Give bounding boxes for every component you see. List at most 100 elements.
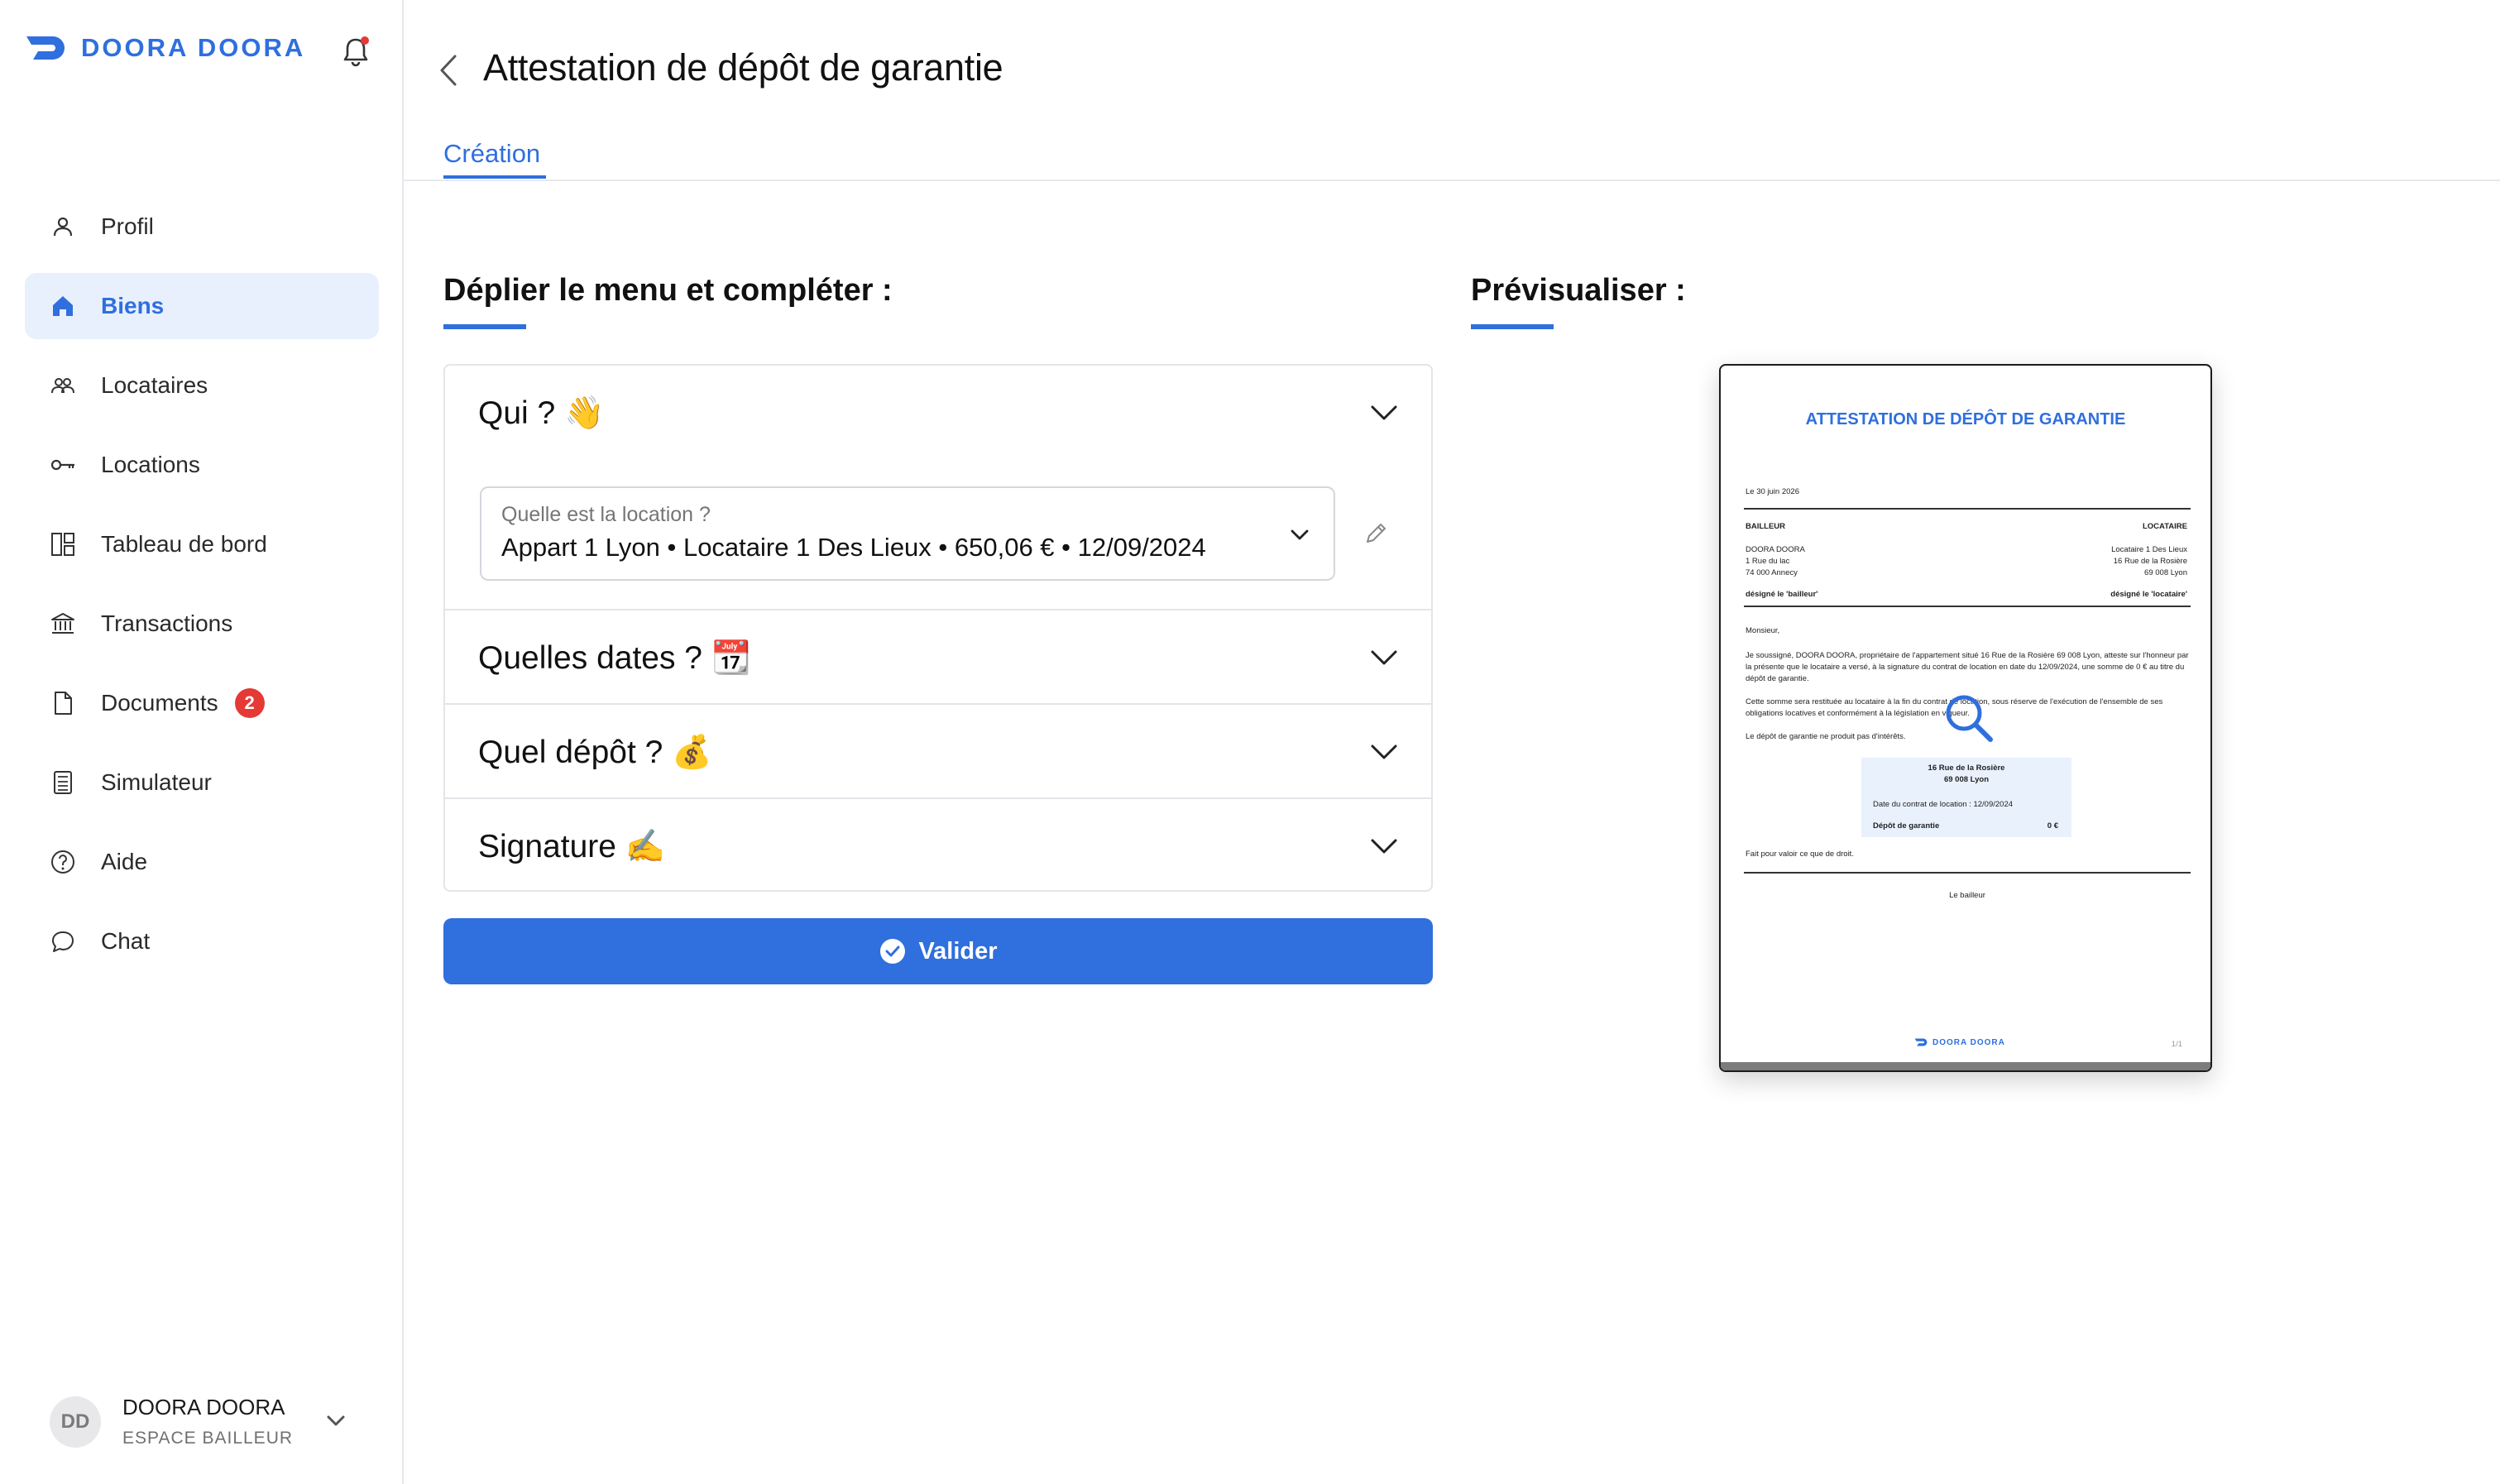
doc-box-deposit-value: 0 € (2047, 821, 2058, 831)
bank-icon (48, 609, 78, 639)
preview-heading: Prévisualiser : (1471, 273, 1686, 308)
home-icon (48, 291, 78, 321)
doc-box-address1: 16 Rue de la Rosière (1928, 764, 2005, 773)
sidebar-item-profil[interactable]: Profil (25, 194, 379, 260)
doc-box-deposit-label: Dépôt de garantie (1873, 821, 1940, 831)
user-info: DOORA DOORA ESPACE BAILLEUR (122, 1395, 293, 1448)
doc-signature-label: Le bailleur (1949, 891, 1985, 900)
doc-box-address2: 69 008 Lyon (1943, 775, 1990, 784)
doc-landlord-designation: désigné le 'bailleur' (1746, 590, 1818, 599)
section-title: Signature ✍️ (478, 829, 666, 864)
doc-tenant-line: Locataire 1 Des Lieux (2111, 545, 2187, 554)
section-dates-header[interactable]: Quelles dates ? 📆 (445, 610, 1431, 705)
section-signature-header[interactable]: Signature ✍️ (445, 799, 1431, 893)
doc-footer-brand: DOORA DOORA (1932, 1037, 2005, 1047)
doc-salutation: Monsieur, (1746, 626, 1780, 635)
doc-tenant-line: 16 Rue de la Rosière (2113, 557, 2187, 566)
sidebar-item-documents[interactable]: Documents 2 (25, 670, 379, 736)
section-depot-header[interactable]: Quel dépôt ? 💰 (445, 705, 1431, 799)
brand-name: DOORA DOORA (81, 33, 306, 62)
user-menu[interactable]: DD DOORA DOORA ESPACE BAILLEUR (50, 1395, 345, 1448)
key-icon (48, 450, 78, 480)
doc-tenant-line: 69 008 Lyon (2144, 568, 2187, 577)
user-role: ESPACE BAILLEUR (122, 1429, 294, 1448)
doc-title: ATTESTATION DE DÉPÔT DE GARANTIE (1805, 410, 2126, 428)
check-circle-icon (880, 939, 906, 964)
validate-label: Valider (918, 937, 998, 965)
doc-footer-logo: DOORA DOORA (1914, 1037, 2005, 1047)
doc-landlord-line: 74 000 Annecy (1746, 568, 1798, 577)
sidebar-item-chat[interactable]: Chat (25, 908, 379, 974)
sidebar-item-label: Tableau de bord (101, 531, 267, 557)
notifications-button[interactable] (341, 35, 371, 68)
document-icon (48, 688, 78, 718)
chevron-down-icon (1371, 405, 1397, 420)
doc-summary-box: 16 Rue de la Rosière 69 008 Lyon Date du… (1861, 758, 2071, 837)
sidebar-item-label: Biens (101, 293, 165, 318)
chevron-down-icon[interactable] (323, 1408, 349, 1434)
doc-paragraph: Je soussigné, DOORA DOORA, propriétaire … (1746, 651, 2189, 683)
section-title: Qui ? 👋 (478, 395, 605, 431)
doc-landlord-line: DOORA DOORA (1746, 545, 1805, 554)
dashboard-icon (48, 529, 78, 559)
sidebar-item-simulateur[interactable]: Simulateur (25, 749, 379, 816)
sidebar-item-aide[interactable]: Aide (25, 829, 379, 895)
doc-landlord-line: 1 Rue du lac (1746, 557, 1790, 566)
zoom-icon[interactable] (1941, 690, 1999, 748)
preview-heading-underline (1471, 324, 1554, 329)
notification-dot (361, 36, 369, 45)
chevron-down-icon (1371, 839, 1397, 854)
location-select[interactable]: Quelle est la location ? Appart 1 Lyon •… (480, 486, 1335, 581)
chevron-down-icon (1371, 650, 1397, 665)
form-heading-underline (443, 324, 526, 329)
section-qui-header[interactable]: Qui ? 👋 (445, 366, 1431, 460)
sidebar-item-transactions[interactable]: Transactions (25, 591, 379, 657)
sidebar-item-label: Documents (101, 690, 218, 716)
doc-tenant-designation: désigné le 'locataire' (2110, 590, 2187, 599)
avatar: DD (50, 1395, 101, 1448)
sidebar-item-label: Locations (101, 452, 200, 477)
user-name: DOORA DOORA (122, 1395, 285, 1419)
sidebar-item-label: Transactions (101, 610, 233, 636)
form-accordion: Qui ? 👋 Quelle est la location ? Appart … (443, 364, 1433, 892)
doc-rule (1744, 606, 2191, 607)
sidebar-item-label: Aide (101, 849, 148, 874)
form-heading: Déplier le menu et compléter : (443, 273, 893, 308)
help-icon (48, 847, 78, 877)
back-arrow-icon[interactable] (433, 51, 463, 89)
sidebar-item-biens[interactable]: Biens (25, 273, 379, 339)
sidebar-nav: Profil Biens Locataires Locations Tablea… (25, 194, 379, 988)
doc-rule (1744, 872, 2191, 874)
section-title: Quelles dates ? 📆 (478, 640, 752, 676)
documents-count-badge: 2 (234, 688, 265, 718)
doc-scrollbar (1721, 1062, 2210, 1070)
doc-tenant-heading: LOCATAIRE (2142, 522, 2187, 531)
sidebar-item-label: Chat (101, 928, 151, 954)
tab-creation[interactable]: Création (443, 139, 540, 169)
validate-button[interactable]: Valider (443, 918, 1433, 984)
doc-page-number: 1/1 (2171, 1040, 2182, 1049)
sidebar-item-label: Locataires (101, 372, 208, 398)
doc-closing: Fait pour valoir ce que de droit. (1746, 850, 1854, 859)
doc-landlord-heading: BAILLEUR (1746, 522, 1786, 531)
sidebar-item-locations[interactable]: Locations (25, 432, 379, 498)
doc-box-contract-date: Date du contrat de location : 12/09/2024 (1873, 800, 2014, 809)
chevron-down-icon (1371, 744, 1397, 759)
sidebar: DOORA DOORA Profil Biens Locataires Loca… (0, 0, 404, 1484)
tab-active-indicator (443, 175, 546, 179)
sidebar-item-label: Profil (101, 213, 154, 239)
section-title: Quel dépôt ? 💰 (478, 735, 712, 770)
edit-pencil-icon[interactable] (1362, 519, 1390, 548)
document-preview[interactable]: ATTESTATION DE DÉPÔT DE GARANTIE Le 30 j… (1719, 364, 2212, 1072)
sidebar-item-label: Simulateur (101, 769, 212, 795)
logo-icon (26, 36, 65, 60)
chevron-down-icon (1291, 529, 1309, 540)
logo-icon (1914, 1038, 1928, 1046)
app-root: DOORA DOORA Profil Biens Locataires Loca… (0, 0, 2500, 1484)
brand-logo[interactable]: DOORA DOORA (25, 33, 305, 63)
tabs-divider (404, 180, 2500, 181)
sidebar-item-tableau-de-bord[interactable]: Tableau de bord (25, 511, 379, 577)
doc-date: Le 30 juin 2026 (1746, 487, 1799, 496)
chat-icon (48, 926, 78, 956)
sidebar-item-locataires[interactable]: Locataires (25, 352, 379, 419)
